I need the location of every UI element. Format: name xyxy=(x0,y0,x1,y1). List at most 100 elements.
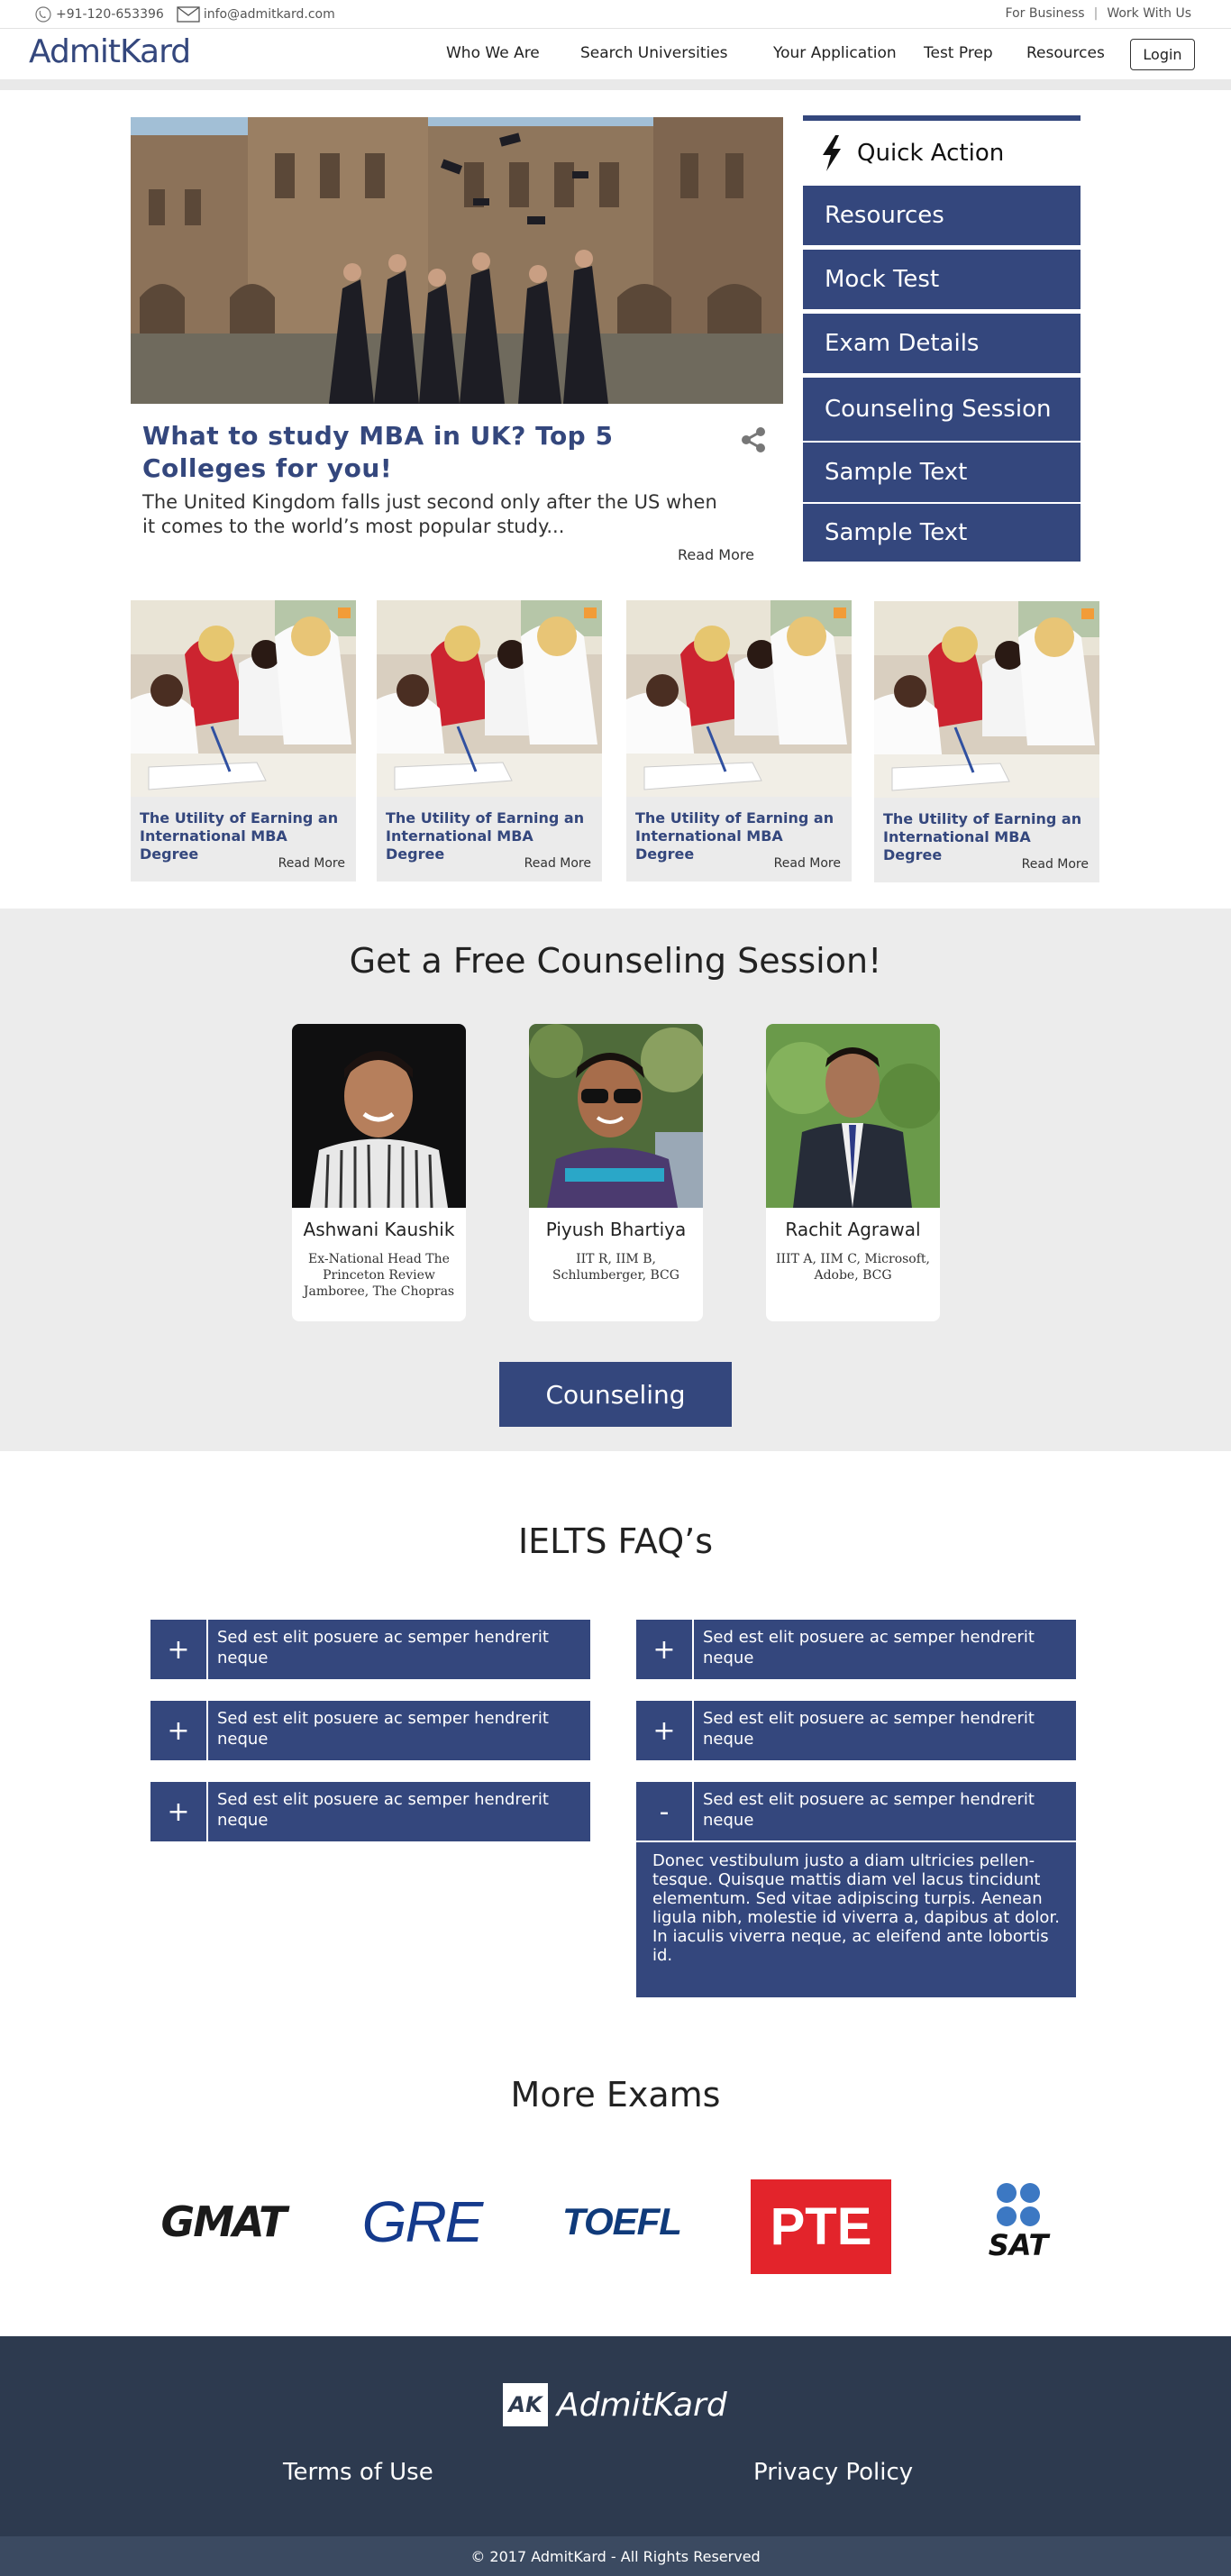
counselor-credentials: Ex-National Head The Princeton Review Ja… xyxy=(303,1252,455,1299)
quick-action-exam-details[interactable]: Exam Details xyxy=(803,314,1081,375)
lightning-icon xyxy=(823,135,841,171)
card-read-more-link[interactable]: Read More xyxy=(524,856,591,871)
faq-question[interactable]: Sed est elit posuere ac semper hendrerit… xyxy=(217,1627,578,1668)
phone-icon xyxy=(35,6,51,23)
faq-question[interactable]: Sed est elit posuere ac semper hendrerit… xyxy=(703,1627,1063,1668)
card-image xyxy=(377,600,602,797)
contact-info: +91-120-653396 info@admitkard.com xyxy=(34,6,335,23)
card-image xyxy=(131,600,356,797)
admitkard-logo[interactable]: AdmitKard xyxy=(29,33,191,70)
terms-of-use-link[interactable]: Terms of Use xyxy=(283,2459,433,2486)
top-links: For Business | Work With Us xyxy=(1006,6,1191,21)
quick-action-mock-test[interactable]: Mock Test xyxy=(803,250,1081,311)
for-business-link[interactable]: For Business xyxy=(1006,6,1085,21)
hero-read-more-link[interactable]: Read More xyxy=(678,546,754,563)
card-read-more-link[interactable]: Read More xyxy=(278,856,345,871)
footer-logo-mark: AK xyxy=(503,2383,548,2426)
gmat-logo[interactable]: GMAT xyxy=(144,2172,302,2271)
expand-icon[interactable]: + xyxy=(636,1620,694,1679)
faq-heading: IELTS FAQ’s xyxy=(517,1521,714,1561)
faq-question[interactable]: Sed est elit posuere ac semper hendrerit… xyxy=(703,1789,1063,1831)
faq-item[interactable]: + Sed est elit posuere ac semper hendrer… xyxy=(150,1620,590,1679)
faq-answer: Donec vestibulum justo a diam ultricies … xyxy=(636,1841,1076,1997)
nav-your-application[interactable]: Your Application xyxy=(773,44,897,62)
faq-question[interactable]: Sed est elit posuere ac semper hendrerit… xyxy=(217,1789,578,1831)
faq-item-expanded[interactable]: - Sed est elit posuere ac semper hendrer… xyxy=(636,1782,1076,1841)
counselor-card[interactable]: Ashwani Kaushik Ex-National Head The Pri… xyxy=(292,1024,466,1321)
counselor-photo xyxy=(766,1024,940,1208)
faq-question[interactable]: Sed est elit posuere ac semper hendrerit… xyxy=(217,1708,578,1749)
work-with-us-link[interactable]: Work With Us xyxy=(1107,6,1191,21)
faq-item[interactable]: + Sed est elit posuere ac semper hendrer… xyxy=(150,1701,590,1760)
article-card[interactable]: The Utility of Earning an International … xyxy=(874,601,1099,882)
expand-icon[interactable]: + xyxy=(150,1701,208,1760)
pte-logo-text: PTE xyxy=(770,2197,872,2256)
nav-search-universities[interactable]: Search Universities xyxy=(580,44,728,62)
card-read-more-link[interactable]: Read More xyxy=(1022,857,1089,872)
footer-logo[interactable]: AK AdmitKard xyxy=(503,2383,727,2426)
toefl-logo-text: TOEFL xyxy=(562,2200,682,2243)
top-utility-bar: +91-120-653396 info@admitkard.com For Bu… xyxy=(0,0,1231,29)
counselor-card[interactable]: Rachit Agrawal IIIT A, IIM C, Microsoft,… xyxy=(766,1024,940,1321)
quick-action-panel: Quick Action Resources Mock Test Exam De… xyxy=(803,115,1081,570)
counselor-credentials: IIIT A, IIM C, Microsoft, Adobe, BCG xyxy=(776,1252,930,1283)
card-title[interactable]: The Utility of Earning an International … xyxy=(883,810,1090,864)
email-contact[interactable]: info@admitkard.com xyxy=(177,6,335,23)
quick-action-resources[interactable]: Resources xyxy=(803,186,1081,247)
quick-action-counseling-session[interactable]: Counseling Session xyxy=(803,378,1081,443)
footer-logo-text: AdmitKard xyxy=(557,2386,727,2424)
email-address: info@admitkard.com xyxy=(203,7,335,22)
card-read-more-link[interactable]: Read More xyxy=(774,856,841,871)
site-footer: AK AdmitKard Terms of Use Privacy Policy xyxy=(0,2336,1231,2536)
article-card[interactable]: The Utility of Earning an International … xyxy=(377,600,602,882)
card-title[interactable]: The Utility of Earning an International … xyxy=(635,809,843,863)
counselor-name: Piyush Bhartiya xyxy=(545,1219,687,1240)
hero-article-title[interactable]: What to study MBA in UK? Top 5 Colleges … xyxy=(142,420,701,485)
toefl-logo[interactable]: TOEFL xyxy=(554,2172,689,2271)
card-title[interactable]: The Utility of Earning an International … xyxy=(386,809,593,863)
sat-logo[interactable]: SAT xyxy=(964,2172,1072,2271)
nav-resources[interactable]: Resources xyxy=(1026,44,1105,62)
expand-icon[interactable]: + xyxy=(150,1620,208,1679)
hero-image[interactable] xyxy=(131,117,783,404)
privacy-policy-link[interactable]: Privacy Policy xyxy=(753,2459,913,2486)
expand-icon[interactable]: + xyxy=(636,1701,694,1760)
faq-item[interactable]: + Sed est elit posuere ac semper hendrer… xyxy=(150,1782,590,1841)
separator: | xyxy=(1093,6,1099,21)
faq-item[interactable]: + Sed est elit posuere ac semper hendrer… xyxy=(636,1701,1076,1760)
counseling-heading: Get a Free Counseling Session! xyxy=(349,941,882,981)
faq-item[interactable]: + Sed est elit posuere ac semper hendrer… xyxy=(636,1620,1076,1679)
faq-question[interactable]: Sed est elit posuere ac semper hendrerit… xyxy=(703,1708,1063,1749)
pte-logo[interactable]: PTE xyxy=(751,2179,891,2274)
gre-logo-text: GRE xyxy=(361,2189,484,2254)
hero-article-excerpt: The United Kingdom falls just second onl… xyxy=(142,491,717,537)
nav-who-we-are[interactable]: Who We Are xyxy=(446,44,540,62)
counselor-photo xyxy=(529,1024,703,1208)
phone-contact[interactable]: +91-120-653396 xyxy=(34,6,164,23)
gre-logo[interactable]: GRE xyxy=(359,2172,485,2271)
article-card[interactable]: The Utility of Earning an International … xyxy=(131,600,356,882)
copyright-bar: © 2017 AdmitKard - All Rights Reserved xyxy=(0,2536,1231,2576)
article-card[interactable]: The Utility of Earning an International … xyxy=(626,600,852,882)
mail-icon xyxy=(177,6,200,23)
more-exams-heading: More Exams xyxy=(510,2075,721,2115)
card-title[interactable]: The Utility of Earning an International … xyxy=(140,809,347,863)
sat-circles-icon xyxy=(997,2183,1040,2226)
quick-action-sample-text-1[interactable]: Sample Text xyxy=(803,443,1081,504)
counseling-button[interactable]: Counseling xyxy=(499,1362,732,1427)
nav-divider xyxy=(0,79,1231,90)
phone-number: +91-120-653396 xyxy=(56,7,164,22)
sat-logo-text: SAT xyxy=(988,2228,1049,2262)
counselor-card[interactable]: Piyush Bhartiya IIT R, IIM B, Schlumberg… xyxy=(529,1024,703,1321)
login-button[interactable]: Login xyxy=(1130,39,1195,70)
share-icon[interactable] xyxy=(739,425,768,454)
quick-action-title: Quick Action xyxy=(857,140,1005,167)
counselor-name: Rachit Agrawal xyxy=(785,1219,921,1240)
counselor-credentials: IIT R, IIM B, Schlumberger, BCG xyxy=(552,1252,679,1283)
gmat-logo-text: GMAT xyxy=(160,2197,287,2246)
collapse-icon[interactable]: - xyxy=(636,1782,694,1841)
quick-action-sample-text-2[interactable]: Sample Text xyxy=(803,504,1081,562)
card-image xyxy=(874,601,1099,798)
nav-test-prep[interactable]: Test Prep xyxy=(924,44,993,62)
expand-icon[interactable]: + xyxy=(150,1782,208,1841)
